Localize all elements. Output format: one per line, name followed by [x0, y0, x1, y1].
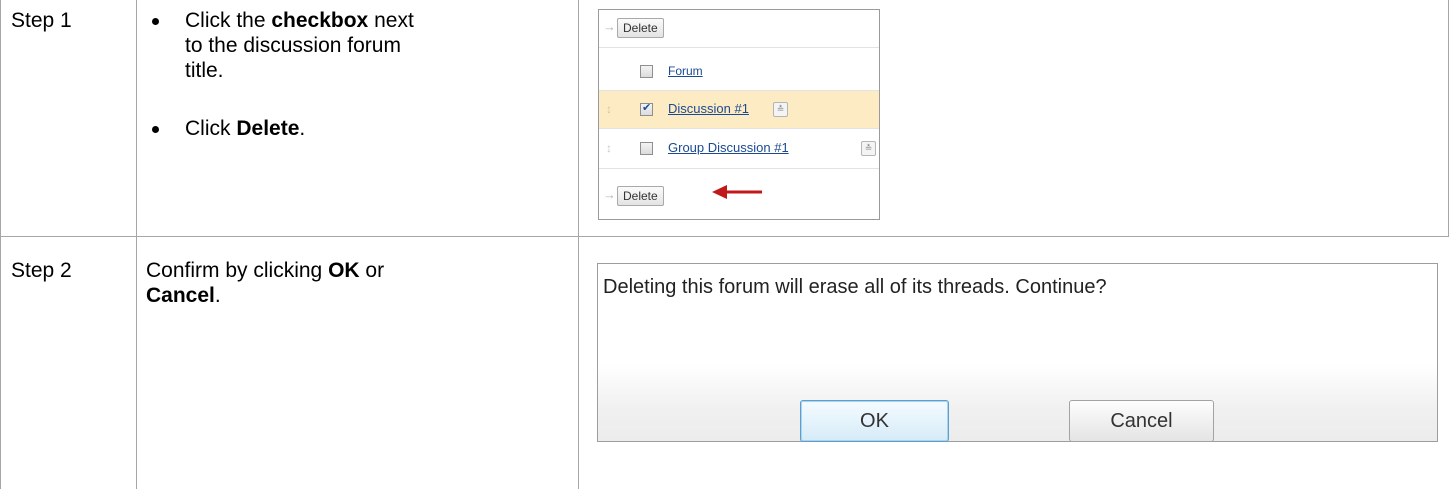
forum-row: ↕ Group Discussion #1 ≛ — [599, 129, 879, 167]
step-1-bullet-delete: Click Delete. — [146, 116, 415, 141]
table-border-left — [0, 0, 1, 489]
dialog-message: Deleting this forum will erase all of it… — [603, 276, 1107, 298]
dialog-footer — [598, 364, 1437, 441]
table-row-divider — [0, 236, 1449, 237]
step-1-instructions: Click the checkbox next to the discussio… — [146, 8, 415, 141]
step-2-label: Step 2 — [11, 259, 72, 282]
pointer-arrow-icon — [712, 185, 762, 199]
forum-column-header[interactable]: Forum — [668, 63, 703, 79]
arrow-icon: → — [603, 187, 616, 202]
bullet-icon — [152, 18, 159, 25]
ok-button[interactable]: OK — [800, 400, 949, 442]
drag-handle-icon[interactable]: ↕ — [606, 102, 612, 116]
row-checkbox[interactable] — [640, 101, 653, 116]
row-checkbox[interactable] — [640, 142, 653, 155]
chevron-down-icon[interactable]: ≛ — [861, 141, 876, 156]
chevron-down-icon[interactable]: ≛ — [773, 102, 788, 117]
divider — [599, 168, 879, 169]
forum-title-link[interactable]: Group Discussion #1 — [668, 140, 789, 156]
step-2-instructions: Confirm by clicking OK or Cancel. — [146, 259, 385, 307]
step-1-label: Step 1 — [11, 9, 72, 32]
arrow-icon: → — [603, 19, 616, 34]
delete-button-top[interactable]: Delete — [617, 18, 664, 38]
table-divider-col2 — [578, 0, 579, 489]
select-all-checkbox[interactable] — [640, 65, 653, 78]
forum-row: ↕ Discussion #1 ≛ — [599, 91, 879, 128]
delete-button-bottom[interactable]: Delete — [617, 186, 664, 206]
bullet-icon — [152, 126, 159, 133]
drag-handle-icon[interactable]: ↕ — [606, 141, 612, 155]
table-divider-col1 — [136, 0, 137, 489]
divider — [599, 47, 879, 48]
pointer-arrow-head — [712, 185, 727, 199]
confirm-dialog: Deleting this forum will erase all of it… — [597, 263, 1438, 442]
step-1-bullet-checkbox: Click the checkbox next to the discussio… — [146, 8, 415, 83]
cancel-button[interactable]: Cancel — [1069, 400, 1214, 442]
forum-title-link[interactable]: Discussion #1 — [668, 101, 749, 117]
